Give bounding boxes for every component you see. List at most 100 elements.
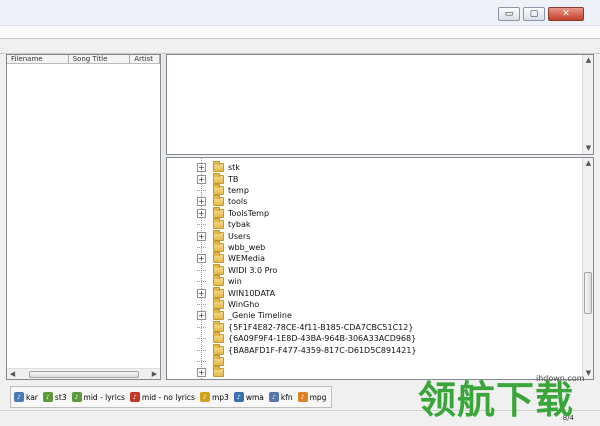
tree-item[interactable]: wbb_web: [197, 240, 266, 253]
karaoke-singer-icon: ♪: [71, 392, 82, 402]
filter-mid-lyrics[interactable]: ♪ mid - lyrics: [71, 392, 125, 402]
scroll-down-arrow-icon[interactable]: ▼: [583, 143, 594, 154]
tree-item[interactable]: {BA8AFD1F-F477-4359-817C-D61D5C891421}: [197, 343, 417, 355]
tree-item-label: {BA8AFD1F-F477-4359-817C-D61D5C891421}: [228, 345, 417, 355]
tree-item[interactable]: {6A09F9F4-1E8D-43BA-964B-306A33ACD968}: [197, 332, 417, 344]
tree-item[interactable]: + tools: [197, 195, 248, 207]
close-button[interactable]: ✕: [548, 7, 584, 21]
expand-plus-icon[interactable]: +: [197, 208, 206, 218]
tree-item-label: win: [228, 277, 242, 287]
column-header-artist[interactable]: Artist: [130, 55, 160, 63]
tree-item[interactable]: + WIN10DATA: [197, 286, 275, 298]
filter-kfn[interactable]: ♪ kfn: [268, 392, 293, 402]
tree-vertical-scrollbar[interactable]: ▲ ▼: [582, 158, 593, 379]
scroll-up-arrow-icon[interactable]: ▲: [583, 158, 593, 169]
scrollbar-thumb[interactable]: [29, 371, 139, 378]
tree-item-label: WIDI 3.0 Pro: [228, 265, 278, 275]
filter-label: mpg: [309, 392, 327, 402]
tree-item[interactable]: + stk: [197, 161, 240, 173]
filter-kar[interactable]: ♪ kar: [14, 392, 38, 402]
close-icon: ✕: [562, 8, 570, 19]
folder-icon: [213, 354, 224, 366]
tree-item[interactable]: + _Genie Timeline: [197, 309, 292, 321]
tree-branch-line: [197, 246, 206, 248]
title-bar: ▭ ▢ ✕: [0, 0, 600, 26]
filter-mp3[interactable]: ♪ mp3: [199, 392, 229, 402]
mpg-icon: ♪: [297, 392, 308, 402]
tree-item[interactable]: + WEMedia: [197, 252, 265, 264]
scrollbar-thumb[interactable]: [584, 272, 592, 314]
folder-icon: [213, 263, 224, 275]
tree-item[interactable]: WinGho: [197, 297, 259, 310]
tree-item-label: stk: [228, 163, 240, 173]
scroll-up-arrow-icon[interactable]: ▲: [583, 55, 594, 66]
folder-icon: [213, 218, 224, 230]
karaoke-singer-icon: ♪: [14, 392, 24, 402]
scroll-down-arrow-icon[interactable]: ▼: [583, 368, 593, 379]
folder-icon: [213, 343, 224, 355]
tree-item[interactable]: WIDI 3.0 Pro: [197, 263, 278, 276]
folder-icon: [213, 366, 224, 378]
tree-branch-line: [197, 338, 206, 340]
tree-item[interactable]: + Users: [197, 229, 250, 241]
folder-icon: [213, 206, 224, 218]
scroll-right-arrow-icon[interactable]: ▶: [149, 369, 160, 380]
filter-wma[interactable]: ♪ wma: [233, 392, 264, 402]
tree-item-label: temp: [228, 185, 249, 195]
minimize-icon: ▭: [504, 8, 514, 19]
column-header-song-title[interactable]: Song Title: [69, 55, 131, 63]
no-lyrics-icon: ♪: [129, 392, 140, 402]
maximize-button[interactable]: ▢: [523, 7, 545, 21]
folder-icon: [213, 320, 224, 332]
tree-item[interactable]: tybak: [197, 218, 250, 230]
toolbar: [0, 38, 600, 54]
tree-item-label: tools: [228, 197, 248, 207]
filter-mid-nolyrics[interactable]: ♪ mid - no lyrics: [129, 392, 195, 402]
filter-label: st3: [54, 392, 67, 402]
lyrics-preview-pane[interactable]: ▲ ▼: [166, 54, 594, 155]
tree-branch-line: [197, 224, 206, 226]
tree-item[interactable]: + ToolsTemp: [197, 206, 270, 219]
expand-plus-icon[interactable]: +: [197, 197, 206, 207]
expand-plus-icon[interactable]: +: [197, 368, 206, 378]
tree-item-label: {5F1F4E82-78CE-4f11-B185-CDA7CBC51C12}: [228, 322, 414, 332]
tree-item[interactable]: temp: [197, 183, 249, 196]
wma-icon: ♪: [233, 392, 244, 402]
tree-branch-line: [197, 360, 206, 362]
folder-icon: [213, 172, 224, 184]
mp3-icon: ♪: [199, 392, 210, 402]
tree-item[interactable]: win: [197, 275, 242, 287]
window-controls: ▭ ▢ ✕: [498, 7, 584, 21]
file-type-filter-bar: ♪ kar ♪ st3 ♪ mid - lyrics ♪ mid - no lyrics ♪ mp…: [10, 386, 332, 408]
tree-branch-line: [197, 326, 206, 328]
file-list-pane[interactable]: Filename Song Title Artist ◀ ▶: [6, 54, 161, 380]
scroll-left-arrow-icon[interactable]: ◀: [7, 369, 18, 380]
folder-tree-pane[interactable]: + stk + TB temp + tools + ToolsTemp tybak + Users wb…: [166, 157, 594, 380]
filter-label: mp3: [211, 392, 229, 402]
column-header-filename[interactable]: Filename: [7, 55, 69, 63]
expand-plus-icon[interactable]: +: [197, 254, 206, 264]
bottom-area: ♪ kar ♪ st3 ♪ mid - lyrics ♪ mid - no lyrics ♪ mp…: [0, 384, 600, 426]
tree-item[interactable]: +: [197, 366, 228, 378]
folder-icon: [213, 240, 224, 252]
expand-plus-icon[interactable]: +: [197, 311, 206, 321]
minimize-button[interactable]: ▭: [498, 7, 520, 21]
tree-item-label: wbb_web: [228, 242, 266, 252]
tree-item[interactable]: {5F1F4E82-78CE-4f11-B185-CDA7CBC51C12}: [197, 320, 414, 333]
expand-plus-icon[interactable]: +: [197, 174, 206, 184]
filter-label: kfn: [280, 392, 293, 402]
karaoke-singer-icon: ♪: [42, 392, 53, 402]
expand-plus-icon[interactable]: +: [197, 231, 206, 241]
expand-plus-icon[interactable]: +: [197, 163, 206, 173]
filter-mpg[interactable]: ♪ mpg: [297, 392, 327, 402]
folder-icon: [213, 183, 224, 195]
preview-vertical-scrollbar[interactable]: ▲ ▼: [582, 55, 593, 154]
expand-plus-icon[interactable]: +: [197, 288, 206, 298]
tree-item-label: ToolsTemp: [228, 208, 270, 218]
tree-branch-line: [197, 269, 206, 271]
folder-icon: [213, 252, 224, 264]
file-list-horizontal-scrollbar[interactable]: ◀ ▶: [7, 368, 160, 379]
filter-st3[interactable]: ♪ st3: [42, 392, 67, 402]
tree-item-label: {6A09F9F4-1E8D-43BA-964B-306A33ACD968}: [228, 334, 417, 344]
filter-label: mid - lyrics: [83, 392, 125, 402]
